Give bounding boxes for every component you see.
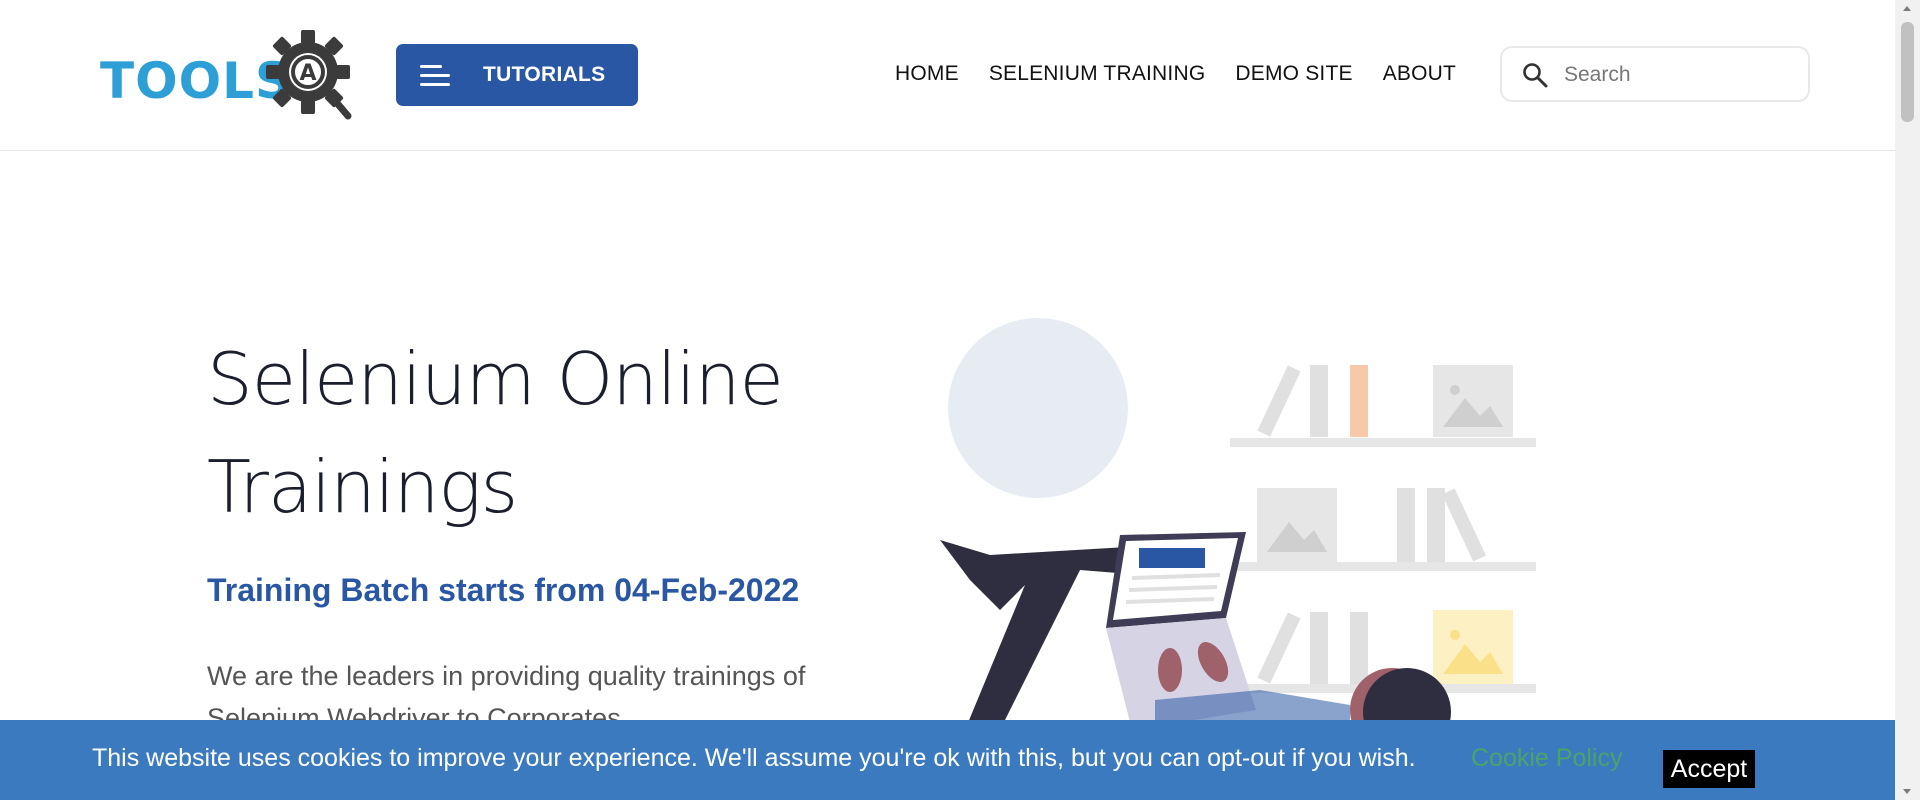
- search-icon[interactable]: [1522, 62, 1548, 88]
- scroll-down-arrow-icon[interactable]: [1903, 789, 1911, 794]
- hero-title: Selenium Online Trainings: [207, 337, 784, 529]
- logo-letter: A: [299, 61, 316, 86]
- scrollbar-thumb[interactable]: [1901, 22, 1914, 122]
- tutorials-button[interactable]: TUTORIALS: [396, 44, 638, 106]
- site-header: TOOLS A TUTORIALS HOME SELENIUM TRAINING…: [0, 0, 1895, 151]
- nav-about[interactable]: ABOUT: [1383, 62, 1456, 86]
- cookie-message: This website uses cookies to improve you…: [92, 744, 1416, 772]
- nav-selenium-training[interactable]: SELENIUM TRAINING: [989, 62, 1206, 86]
- cookie-policy-link[interactable]: Cookie Policy: [1471, 744, 1622, 773]
- hero-illustration: [940, 318, 1536, 730]
- nav-home[interactable]: HOME: [895, 62, 959, 86]
- training-batch-subtitle: Training Batch starts from 04-Feb-2022: [207, 572, 800, 608]
- cookie-consent-bar: This website uses cookies to improve you…: [0, 720, 1895, 800]
- main-nav: HOME SELENIUM TRAINING DEMO SITE ABOUT: [895, 62, 1456, 86]
- search-box: [1500, 46, 1810, 102]
- search-input[interactable]: [1562, 58, 1796, 92]
- hamburger-icon: [420, 65, 450, 87]
- tutorials-label: TUTORIALS: [483, 63, 606, 86]
- page-scrollbar[interactable]: [1895, 0, 1920, 800]
- gear-icon: A: [266, 30, 352, 120]
- nav-demo-site[interactable]: DEMO SITE: [1235, 62, 1352, 86]
- scroll-up-arrow-icon[interactable]: [1903, 6, 1911, 11]
- accept-cookies-button[interactable]: Accept: [1663, 750, 1755, 788]
- toolsqa-logo[interactable]: TOOLS A: [100, 28, 360, 124]
